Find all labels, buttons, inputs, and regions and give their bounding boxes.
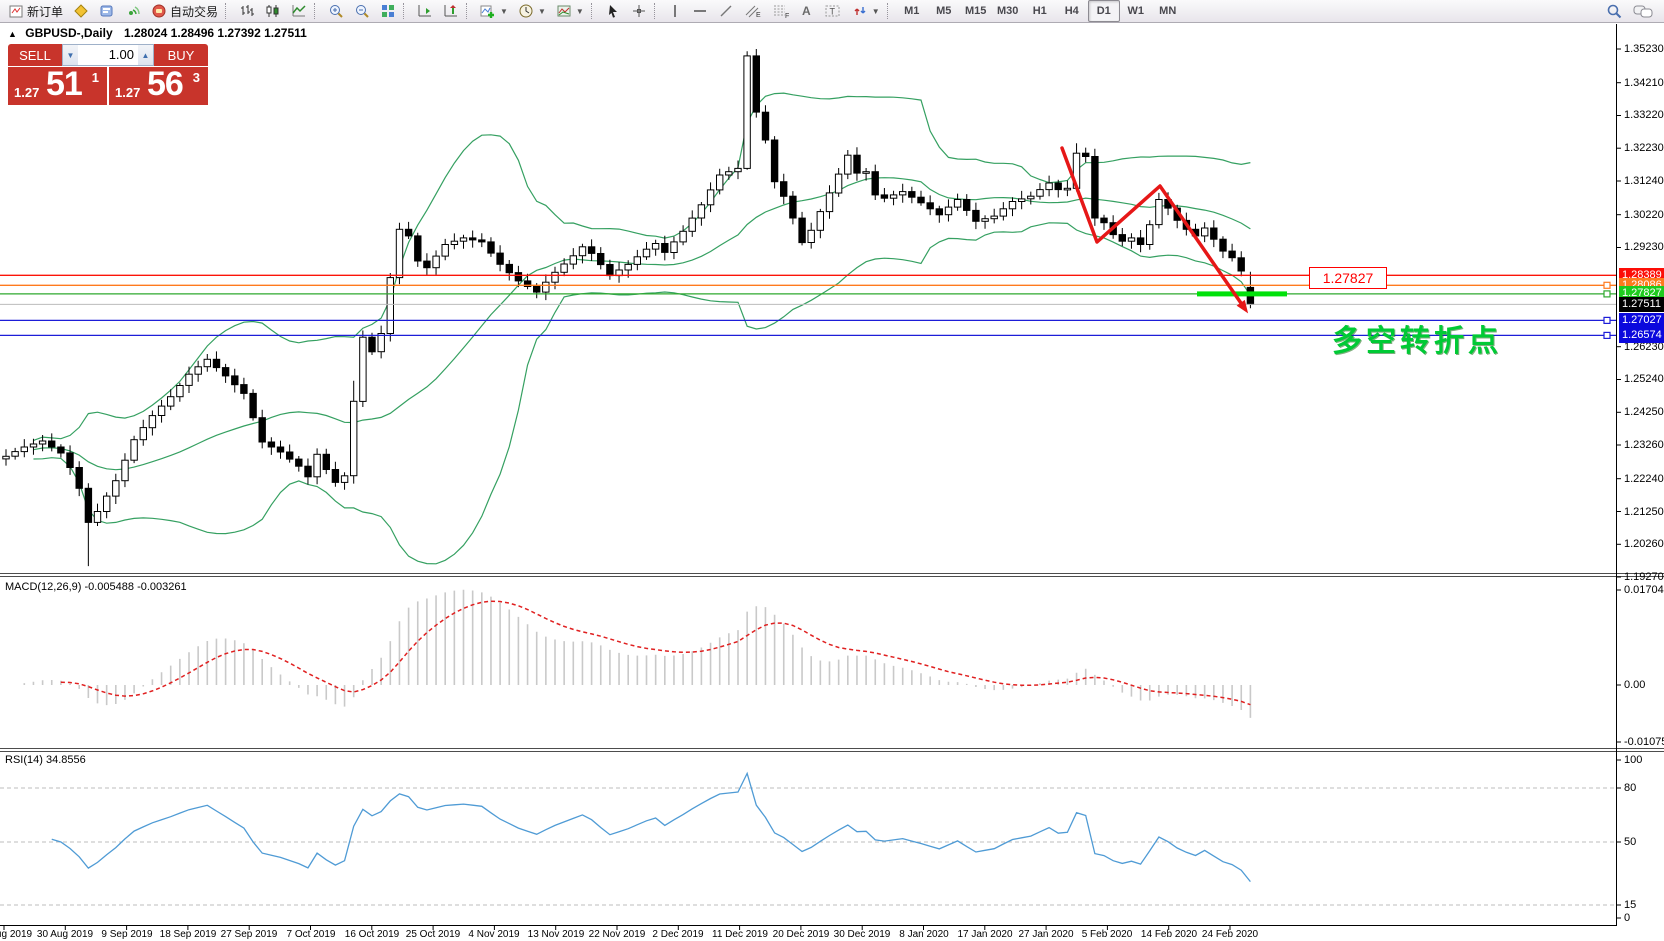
buy-price-button[interactable]: 1.27 56 3 — [109, 67, 208, 105]
sell-button[interactable]: SELL — [8, 44, 62, 66]
price-axis-label: 1.21250 — [1624, 505, 1664, 519]
sell-price-big: 51 — [46, 65, 82, 104]
date-axis-label: 16 Oct 2019 — [345, 929, 399, 940]
price-axis-label: 1.24250 — [1624, 405, 1664, 419]
one-click-trading-panel: SELL ▼ 1.00 ▲ BUY 1.27 51 1 1.27 56 3 — [8, 44, 208, 105]
rsi-axis-label: 80 — [1624, 781, 1636, 795]
price-tag: 1.26574 — [1619, 328, 1664, 343]
price-axis-label: 1.30220 — [1624, 208, 1664, 222]
price-axis-label: 1.31240 — [1624, 174, 1664, 188]
chart-canvas[interactable] — [0, 0, 1664, 941]
date-axis-label: 11 Dec 2019 — [712, 929, 768, 940]
rsi-axis-label: 100 — [1624, 753, 1642, 767]
date-axis-label: 5 Feb 2020 — [1082, 929, 1133, 940]
price-axis-label: 1.29230 — [1624, 240, 1664, 254]
date-axis-label: 8 Jan 2020 — [899, 929, 949, 940]
price-axis-label: 1.25240 — [1624, 372, 1664, 386]
rsi-axis-label: 50 — [1624, 835, 1636, 849]
date-axis-label: 18 Sep 2019 — [160, 929, 217, 940]
price-axis-label: 1.20260 — [1624, 537, 1664, 551]
date-axis-label: 20 Dec 2019 — [773, 929, 830, 940]
macd-axis-label: -0.010751 — [1624, 735, 1664, 749]
buy-button[interactable]: BUY — [154, 44, 208, 66]
volume-decrease-button[interactable]: ▼ — [63, 45, 78, 65]
date-axis-label: 25 Oct 2019 — [406, 929, 460, 940]
sell-price-prefix: 1.27 — [14, 85, 39, 100]
date-axis-label: 7 Oct 2019 — [287, 929, 336, 940]
ohlc-values: 1.28024 1.28496 1.27392 1.27511 — [124, 26, 307, 40]
date-axis-label: 27 Jan 2020 — [1018, 929, 1073, 940]
date-axis-label: 30 Dec 2019 — [834, 929, 891, 940]
mt4-window: 新订单 自动交易 — [0, 0, 1664, 941]
sell-price-pipette: 1 — [92, 70, 99, 85]
date-axis-label: 13 Nov 2019 — [528, 929, 585, 940]
volume-input[interactable]: 1.00 — [78, 45, 138, 65]
macd-axis-label: 0.017043 — [1624, 583, 1664, 597]
price-callout-label[interactable]: 1.27827 — [1309, 267, 1387, 289]
buy-price-prefix: 1.27 — [115, 85, 140, 100]
collapse-icon[interactable]: ▲ — [8, 29, 17, 39]
date-axis-label: 9 Sep 2019 — [101, 929, 152, 940]
buy-price-pipette: 3 — [193, 70, 200, 85]
date-axis-label: 22 Nov 2019 — [589, 929, 646, 940]
price-axis-label: 1.23260 — [1624, 438, 1664, 452]
price-tag: 1.27027 — [1619, 313, 1664, 328]
chart-title: ▲ GBPUSD-,Daily 1.28024 1.28496 1.27392 … — [8, 26, 307, 40]
volume-stepper: ▼ 1.00 ▲ — [62, 44, 154, 66]
date-axis-label: 24 Feb 2020 — [1202, 929, 1258, 940]
price-axis-label: 1.33220 — [1624, 108, 1664, 122]
price-axis-label: 1.19270 — [1624, 570, 1664, 584]
rsi-label: RSI(14) 34.8556 — [5, 754, 86, 766]
turning-point-annotation[interactable]: 多空转折点 — [1332, 316, 1502, 360]
date-axis-label: 30 Aug 2019 — [37, 929, 93, 940]
rsi-axis-label: 15 — [1624, 898, 1636, 912]
date-axis-label: 4 Nov 2019 — [468, 929, 519, 940]
price-tag: 1.27511 — [1619, 297, 1664, 312]
price-axis-label: 1.22240 — [1624, 472, 1664, 486]
rsi-axis-label: 0 — [1624, 911, 1630, 925]
symbol-period-label: GBPUSD-,Daily — [25, 26, 112, 40]
price-axis-label: 1.34210 — [1624, 76, 1664, 90]
price-axis-label: 1.32230 — [1624, 141, 1664, 155]
date-axis-label: 21 Aug 2019 — [0, 929, 32, 940]
sell-price-button[interactable]: 1.27 51 1 — [8, 67, 107, 105]
volume-increase-button[interactable]: ▲ — [138, 45, 153, 65]
date-axis-label: 14 Feb 2020 — [1141, 929, 1197, 940]
date-axis-label: 2 Dec 2019 — [652, 929, 703, 940]
price-axis-label: 1.35230 — [1624, 42, 1664, 56]
macd-axis-label: 0.00 — [1624, 678, 1645, 692]
macd-label: MACD(12,26,9) -0.005488 -0.003261 — [5, 581, 187, 593]
date-axis-label: 17 Jan 2020 — [957, 929, 1012, 940]
buy-price-big: 56 — [147, 65, 183, 104]
date-axis-label: 27 Sep 2019 — [221, 929, 278, 940]
